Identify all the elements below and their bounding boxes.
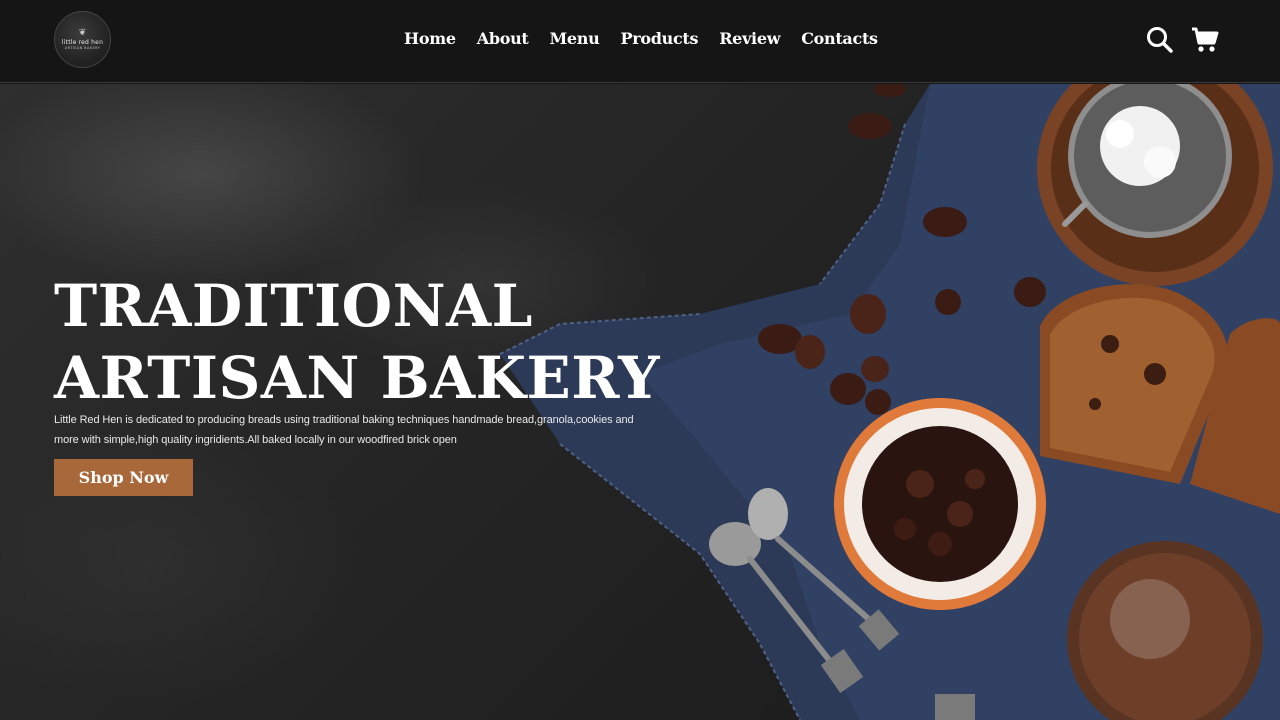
hero-title-line-2: ARTISAN BAKERY (54, 344, 661, 412)
search-icon (1147, 27, 1173, 53)
brand-logo[interactable]: ❦ little red hen ARTISAN BAKERY (54, 11, 111, 68)
shop-now-button[interactable]: Shop Now (54, 459, 193, 496)
hero-title: TRADITIONAL ARTISAN BAKERY (54, 270, 694, 414)
hero-description: Little Red Hen is dedicated to producing… (54, 414, 634, 446)
site-header: ❦ little red hen ARTISAN BAKERY Home Abo… (0, 0, 1280, 83)
nav-about[interactable]: About (477, 28, 529, 50)
hero-title-line-1: TRADITIONAL (54, 272, 533, 340)
nav-contacts[interactable]: Contacts (801, 28, 878, 50)
search-button[interactable] (1145, 25, 1175, 55)
nav-products[interactable]: Products (620, 28, 698, 50)
nav-menu[interactable]: Menu (550, 28, 600, 50)
shopping-cart-icon (1192, 27, 1219, 52)
hero-section: TRADITIONAL ARTISAN BAKERY Little Red He… (0, 84, 1280, 720)
nav-review[interactable]: Review (719, 28, 780, 50)
wheat-sprig-icon: ❦ (78, 27, 87, 38)
logo-subtitle: ARTISAN BAKERY (64, 45, 101, 50)
cart-button[interactable] (1190, 25, 1220, 55)
logo-name: little red hen (61, 38, 104, 46)
nav-home[interactable]: Home (404, 28, 456, 50)
main-nav: Home About Menu Products Review Contacts (404, 28, 878, 50)
